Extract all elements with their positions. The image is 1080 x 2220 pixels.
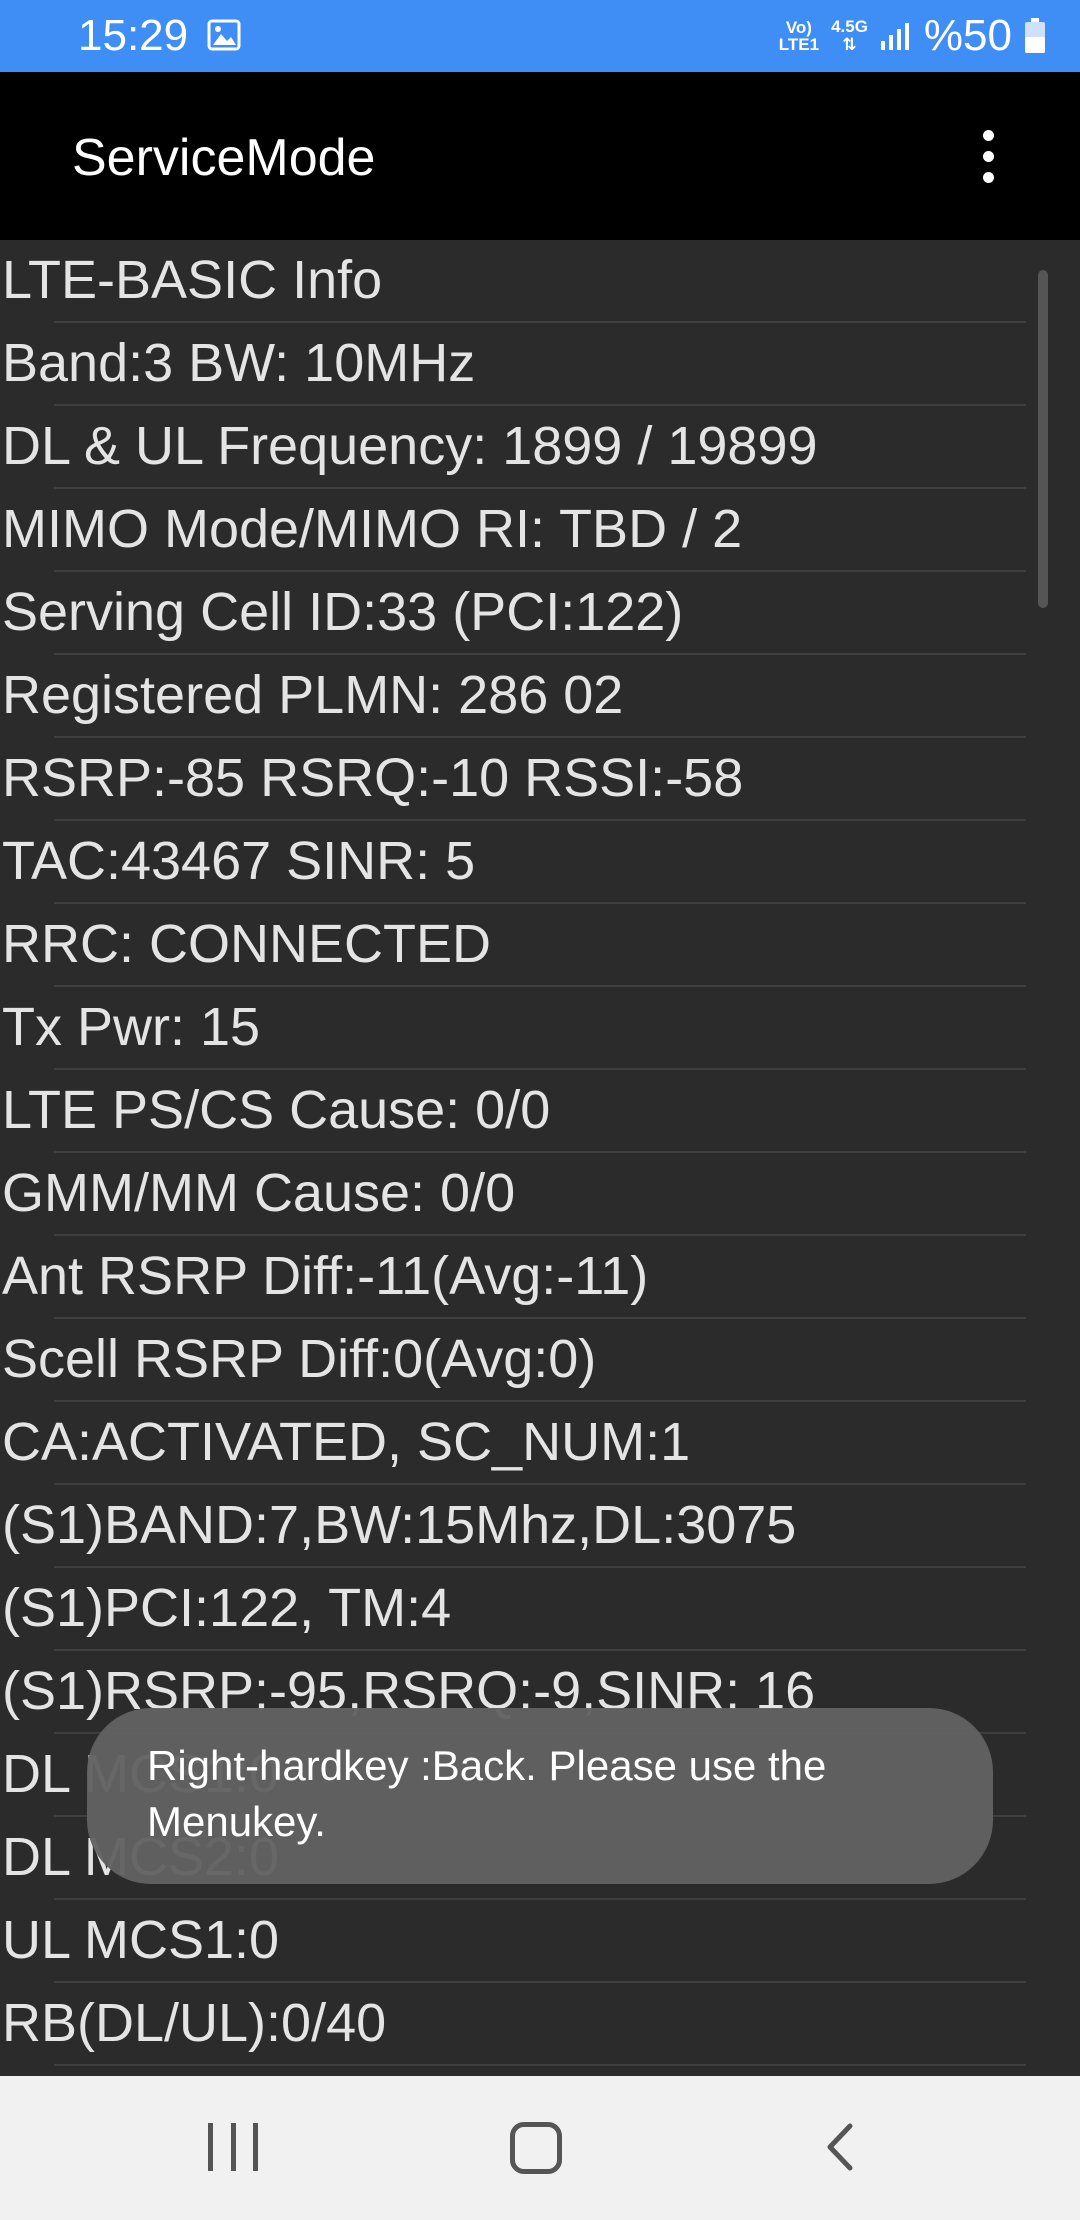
info-row-text: RRC: CONNECTED — [2, 914, 492, 974]
info-row: LTE PS/CS Cause: 0/0 — [0, 1070, 1080, 1153]
back-button[interactable] — [820, 2122, 860, 2172]
info-row-text: (S1)PCI:122, TM:4 — [2, 1578, 452, 1638]
app-bar: ServiceMode — [0, 72, 1080, 240]
home-button[interactable] — [510, 2122, 562, 2174]
recents-icon-bar — [253, 2123, 258, 2171]
info-row-text: RB(DL/UL):0/40 — [2, 1993, 387, 2053]
recents-icon-bar — [230, 2123, 236, 2171]
info-row-text: CA:ACTIVATED, SC_NUM:1 — [2, 1412, 691, 1472]
volte-label: Vo) — [785, 18, 812, 37]
info-row-text: TAC:43467 SINR: 5 — [2, 831, 476, 891]
info-row-text: UL MCS1:0 — [2, 1910, 280, 1970]
signal-strength-icon — [880, 23, 909, 50]
back-icon — [827, 2123, 853, 2171]
network-type: 4.5G — [831, 17, 868, 36]
info-row: MIMO Mode/MIMO RI: TBD / 2 — [0, 489, 1080, 572]
info-row: Band:3 BW: 10MHz — [0, 323, 1080, 406]
info-row-text: GMM/MM Cause: 0/0 — [2, 1163, 516, 1223]
info-row: RB(DL/UL):0/40 — [0, 1983, 1080, 2066]
gallery-notification-icon — [207, 19, 241, 51]
recents-icon — [208, 2123, 213, 2171]
battery-icon — [1025, 18, 1045, 53]
status-time: 15:29 — [78, 11, 189, 60]
info-row-text: Scell RSRP Diff:0(Avg:0) — [2, 1329, 597, 1389]
info-row-text: LTE-BASIC Info — [2, 250, 383, 310]
info-row: Tx Pwr: 15 — [0, 987, 1080, 1070]
navigation-bar — [0, 2076, 1080, 2220]
info-row-text: RSRP:-85 RSRQ:-10 RSSI:-58 — [2, 748, 744, 808]
info-row-text: Band:3 BW: 10MHz — [2, 333, 476, 393]
info-row: Registered PLMN: 286 02 — [0, 655, 1080, 738]
status-bar: 15:29 Vo) LTE1 4.5G ⇅ %50 — [0, 0, 1080, 72]
data-arrows-icon: ⇅ — [842, 35, 857, 54]
info-row-text: LTE PS/CS Cause: 0/0 — [2, 1080, 551, 1140]
page-title: ServiceMode — [72, 129, 376, 187]
overflow-menu-icon-dot — [982, 150, 994, 162]
info-row: Scell RSRP Diff:0(Avg:0) — [0, 1319, 1080, 1402]
info-row: LTE-BASIC Info — [0, 240, 1080, 323]
overflow-menu-button[interactable] — [964, 120, 1012, 192]
info-row-text: DL & UL Frequency: 1899 / 19899 — [2, 416, 818, 476]
network-indicator: 4.5G ⇅ — [831, 18, 868, 54]
volte-indicator: Vo) LTE1 — [779, 19, 819, 53]
info-row: RRC: CONNECTED — [0, 904, 1080, 987]
recents-button[interactable] — [208, 2123, 258, 2171]
status-icons: Vo) LTE1 4.5G ⇅ %50 — [779, 10, 1046, 62]
info-row: UL MCS1:0 — [0, 1900, 1080, 1983]
toast: Right-hardkey :Back. Please use the Menu… — [87, 1708, 993, 1884]
scrollbar[interactable] — [1038, 270, 1048, 608]
info-row: DL & UL Frequency: 1899 / 19899 — [0, 406, 1080, 489]
info-row: (S1)PCI:122, TM:4 — [0, 1568, 1080, 1651]
overflow-menu-icon — [982, 129, 994, 141]
info-row-text: Serving Cell ID:33 (PCI:122) — [2, 582, 684, 642]
info-row: TAC:43467 SINR: 5 — [0, 821, 1080, 904]
info-row: (S1)BAND:7,BW:15Mhz,DL:3075 — [0, 1485, 1080, 1568]
info-row: GMM/MM Cause: 0/0 — [0, 1153, 1080, 1236]
row-divider — [54, 2064, 1026, 2066]
toast-message: Right-hardkey :Back. Please use the Menu… — [147, 1742, 827, 1845]
lte-label: LTE1 — [778, 35, 820, 54]
info-row-text: Registered PLMN: 286 02 — [2, 665, 624, 725]
info-row-text: Ant RSRP Diff:-11(Avg:-11) — [2, 1246, 649, 1306]
info-row-text: Tx Pwr: 15 — [2, 997, 261, 1057]
info-row-text: (S1)BAND:7,BW:15Mhz,DL:3075 — [2, 1495, 797, 1555]
info-row: Ant RSRP Diff:-11(Avg:-11) — [0, 1236, 1080, 1319]
info-row: RSRP:-85 RSRQ:-10 RSSI:-58 — [0, 738, 1080, 821]
info-row: Serving Cell ID:33 (PCI:122) — [0, 572, 1080, 655]
overflow-menu-icon-dot — [982, 171, 994, 183]
info-row: CA:ACTIVATED, SC_NUM:1 — [0, 1402, 1080, 1485]
battery-percent: %50 — [923, 11, 1012, 60]
info-row-text: MIMO Mode/MIMO RI: TBD / 2 — [2, 499, 743, 559]
